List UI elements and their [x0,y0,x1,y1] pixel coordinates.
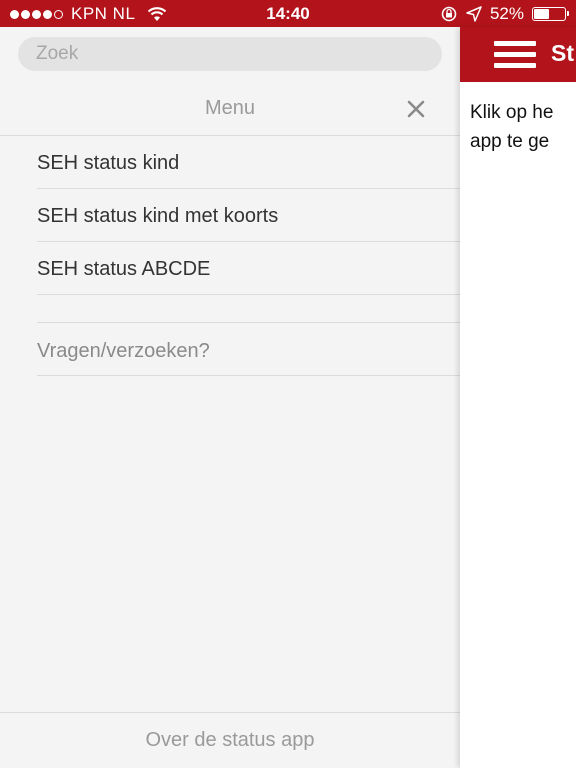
main-text-line-1: Klik op he [470,102,554,123]
side-menu: Menu SEH status kind SEH status kind met… [0,27,460,768]
main-header: St [460,27,576,82]
hamburger-icon[interactable] [494,41,536,69]
menu-list: SEH status kind SEH status kind met koor… [37,136,460,376]
menu-title: Menu [204,97,256,119]
location-arrow-icon [466,6,482,22]
status-bar-right: 52% [440,4,569,24]
search-input[interactable] [18,37,442,71]
main-content: St Klik op he app te ge [460,27,576,768]
battery-fill [534,9,549,19]
menu-item-seh-status-abcde[interactable]: SEH status ABCDE [37,242,460,295]
menu-item-seh-status-kind-met-koorts[interactable]: SEH status kind met koorts [37,189,460,242]
menu-item-separator [37,295,460,323]
menu-footer-about[interactable]: Over de status app [0,712,460,768]
main-title: St [551,40,574,66]
orientation-lock-icon [441,6,457,22]
menu-header: Menu [0,85,460,136]
main-intro-text: Klik op he app te ge [470,98,576,156]
menu-item-vragen-verzoeken[interactable]: Vragen/verzoeken? [37,323,460,376]
status-bar: KPN NL 14:40 52% [0,0,576,27]
close-icon[interactable] [406,99,426,119]
menu-item-seh-status-kind[interactable]: SEH status kind [37,136,460,189]
battery-icon [532,7,569,21]
main-text-line-2: app te ge [470,131,550,152]
battery-percentage: 52% [489,4,524,23]
